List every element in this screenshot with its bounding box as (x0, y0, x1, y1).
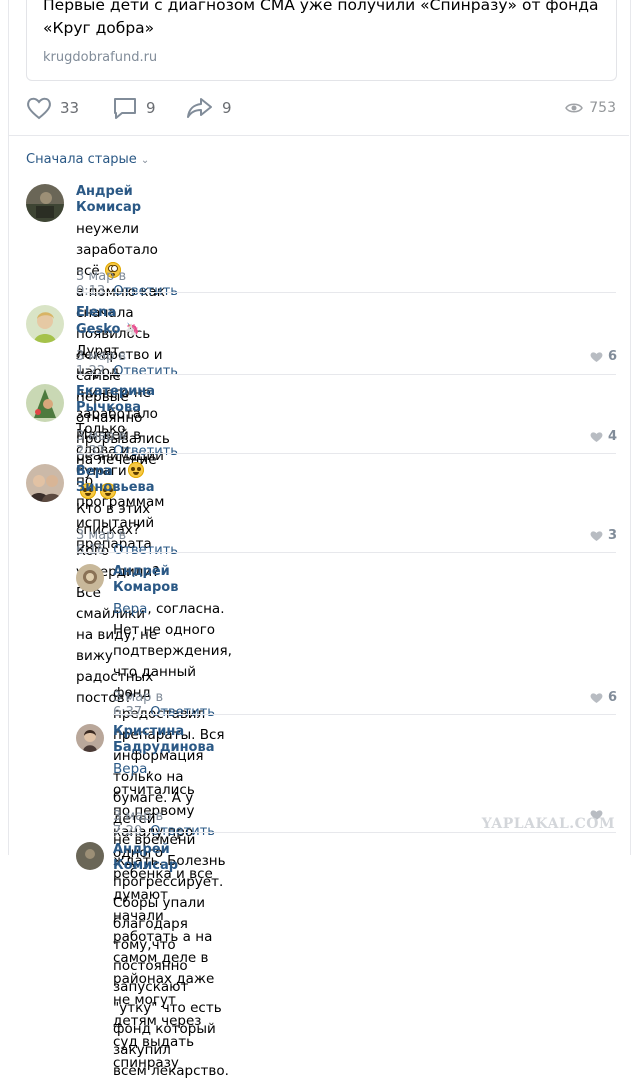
divider (113, 832, 616, 833)
chevron-down-icon: ⌄ (140, 155, 150, 166)
comment-likes-count: 4 (608, 429, 618, 444)
comment-meta: 3 мар в 6:16 Ответить (76, 528, 178, 558)
sort-dropdown[interactable]: Сначала старые ⌄ (26, 152, 149, 167)
author-name: Elena Gesko (76, 305, 121, 337)
avatar[interactable] (26, 384, 64, 422)
comment-like-button[interactable]: 6 (590, 349, 617, 364)
reply-button[interactable]: Ответить (113, 364, 178, 379)
snippet-title[interactable]: Первые дети с диагнозом СМА уже получили… (43, 0, 603, 40)
avatar[interactable] (26, 305, 64, 343)
reply-button[interactable]: Ответить (150, 705, 215, 720)
comment-text-line: думают начали работать а на самом деле в… (113, 887, 215, 1008)
avatar[interactable] (76, 724, 104, 752)
link-snippet[interactable]: Первые дети с диагнозом СМА уже получили… (26, 0, 617, 81)
comment-author[interactable]: Екатерина Рычкова (76, 384, 155, 416)
heart-icon (590, 692, 603, 703)
comment-author[interactable]: Elena Gesko 🦄 (76, 305, 164, 338)
like-button[interactable]: 33 (26, 94, 79, 122)
share-button[interactable]: 9 (186, 94, 232, 122)
comment-icon (114, 98, 136, 119)
divider (76, 552, 616, 553)
heart-icon (590, 431, 603, 442)
comment-like-button[interactable]: 3 (590, 528, 617, 543)
comment-likes-count: 6 (608, 690, 618, 705)
views-count: 753 (589, 100, 616, 116)
comment-author[interactable]: Андрей Комаров (113, 564, 232, 596)
divider (76, 292, 616, 293)
avatar[interactable] (26, 184, 64, 222)
comment-author[interactable]: Андрей Комисар (76, 184, 170, 216)
comment-likes-count: 3 (608, 528, 618, 543)
unicorn-icon: 🦄 (124, 322, 140, 336)
avatar[interactable] (76, 842, 104, 870)
reply-button[interactable]: Ответить (113, 543, 178, 558)
divider (113, 714, 616, 715)
eye-icon (565, 103, 584, 113)
comment-button[interactable]: 9 (112, 94, 156, 122)
comment-like-button[interactable]: 4 (590, 429, 617, 444)
comment-meta: 3 мар в 2:32 Ответить (76, 429, 178, 459)
comment-author[interactable]: Вера Зиновьева (76, 464, 159, 496)
comment-like-button[interactable]: 6 (590, 690, 617, 705)
comment-meta: 3 мар в 0:13 Ответить (76, 269, 178, 299)
comment-text-line: детям через суд выдать спинразу (113, 1013, 202, 1071)
shares-count: 9 (222, 99, 232, 117)
likes-count: 33 (60, 99, 80, 117)
avatar[interactable] (26, 464, 64, 502)
divider (9, 135, 629, 136)
divider (76, 453, 616, 454)
comment-author[interactable]: Андрей Комисар (113, 842, 178, 874)
comment-likes-count: 6 (608, 349, 618, 364)
heart-icon (27, 97, 51, 120)
comment-text: Вера, отчитались по первому каналу про о… (113, 759, 214, 1074)
reply-button[interactable]: Ответить (113, 444, 178, 459)
heart-icon (590, 530, 603, 541)
comment-author[interactable]: Кристина Бадрудинова (113, 724, 214, 756)
comment-meta: 3 мар в 6:37 Ответить (113, 690, 215, 720)
share-arrow-icon (187, 98, 212, 118)
sort-label: Сначала старые (26, 152, 137, 167)
heart-icon (590, 351, 603, 362)
avatar[interactable] (76, 564, 104, 592)
watermark: YAPLAKAL.COM (481, 816, 615, 832)
comment-meta: 3 мар в 7:20 Ответить (113, 809, 215, 839)
snippet-domain: krugdobrafund.ru (43, 50, 158, 65)
reply-to-link[interactable]: Вера (113, 761, 147, 777)
comments-count: 9 (146, 99, 156, 117)
post-actions: 33 9 9 753 (26, 94, 616, 122)
divider (76, 374, 616, 375)
reply-to-link[interactable]: Вера (113, 601, 147, 617)
views-counter: 753 (565, 94, 616, 122)
